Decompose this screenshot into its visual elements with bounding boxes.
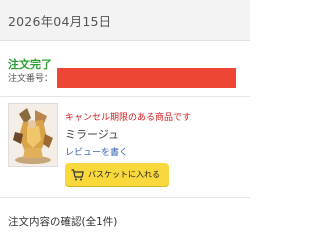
add-to-basket-button[interactable]: バスケットに入れる xyxy=(65,163,169,187)
write-review-link[interactable]: レビューを書く xyxy=(65,145,128,158)
order-number-redacted xyxy=(57,68,236,88)
divider xyxy=(0,197,250,198)
order-number-label: 注文番号： xyxy=(8,74,54,84)
order-date: 2026年04月15日 xyxy=(8,14,112,29)
cancel-deadline-notice: キャンセル期限のある商品です xyxy=(65,113,192,123)
product-name[interactable]: ミラージュ xyxy=(65,126,119,142)
date-header: 2026年04月15日 xyxy=(0,0,250,41)
basket-icon xyxy=(71,169,84,181)
product-thumbnail[interactable] xyxy=(8,103,58,167)
figure-image xyxy=(9,104,57,166)
divider xyxy=(0,96,250,97)
order-details-heading: 注文内容の確認(全1件) xyxy=(8,216,118,228)
order-status: 注文完了 xyxy=(8,58,52,71)
add-to-basket-label: バスケットに入れる xyxy=(88,170,160,179)
